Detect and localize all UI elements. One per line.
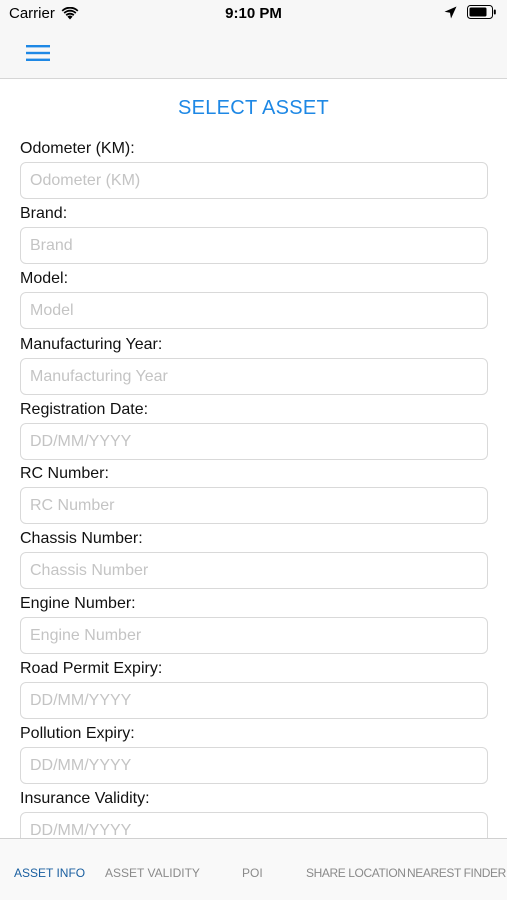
insurance-validity-field-group: Insurance Validity: bbox=[20, 789, 488, 838]
tab-nearest-finder[interactable]: NEAREST FINDER bbox=[407, 866, 506, 880]
pollution-expiry-field-group: Pollution Expiry: bbox=[20, 724, 488, 784]
manufacturing-year-field-group: Manufacturing Year: bbox=[20, 335, 488, 395]
chassis-number-field-group: Chassis Number: bbox=[20, 529, 488, 589]
manufacturing-year-input[interactable] bbox=[20, 358, 488, 395]
tab-asset-validity[interactable]: ASSET VALIDITY bbox=[105, 866, 200, 880]
model-input[interactable] bbox=[20, 292, 488, 329]
select-asset-button[interactable]: SELECT ASSET bbox=[0, 97, 507, 120]
rc-number-label: RC Number: bbox=[20, 465, 109, 482]
odometer-label: Odometer (KM): bbox=[20, 140, 135, 157]
pollution-expiry-label: Pollution Expiry: bbox=[20, 725, 135, 742]
status-time: 9:10 PM bbox=[225, 5, 282, 22]
bottom-tab-bar: ASSET INFO ASSET VALIDITY POI SHARE LOCA… bbox=[0, 838, 507, 900]
chassis-number-label: Chassis Number: bbox=[20, 530, 143, 547]
location-arrow-icon bbox=[444, 6, 457, 18]
brand-field-group: Brand: bbox=[20, 204, 488, 264]
engine-number-label: Engine Number: bbox=[20, 595, 136, 612]
chassis-number-input[interactable] bbox=[20, 552, 488, 589]
engine-number-input[interactable] bbox=[20, 617, 488, 654]
tab-asset-info[interactable]: ASSET INFO bbox=[14, 866, 85, 880]
insurance-validity-input[interactable] bbox=[20, 812, 488, 838]
registration-date-input[interactable] bbox=[20, 423, 488, 460]
odometer-input[interactable] bbox=[20, 162, 488, 199]
rc-number-field-group: RC Number: bbox=[20, 464, 488, 524]
registration-date-label: Registration Date: bbox=[20, 401, 149, 418]
battery-icon bbox=[467, 5, 496, 19]
hamburger-menu-icon bbox=[26, 45, 50, 61]
road-permit-expiry-input[interactable] bbox=[20, 682, 488, 719]
manufacturing-year-label: Manufacturing Year: bbox=[20, 336, 163, 353]
tab-share-location[interactable]: SHARE LOCATION bbox=[306, 866, 406, 880]
tab-poi[interactable]: POI bbox=[242, 866, 263, 880]
nav-bar bbox=[0, 28, 507, 79]
registration-date-field-group: Registration Date: bbox=[20, 400, 488, 460]
status-right bbox=[444, 5, 497, 19]
model-field-group: Model: bbox=[20, 269, 488, 329]
pollution-expiry-input[interactable] bbox=[20, 747, 488, 784]
engine-number-field-group: Engine Number: bbox=[20, 594, 488, 654]
asset-form-scroll[interactable]: SELECT ASSET Odometer (KM): Brand: Model… bbox=[0, 80, 507, 838]
road-permit-expiry-label: Road Permit Expiry: bbox=[20, 660, 163, 677]
status-bar: Carrier 9:10 PM bbox=[0, 0, 507, 28]
model-label: Model: bbox=[20, 270, 69, 287]
hamburger-menu-button[interactable] bbox=[24, 39, 56, 67]
insurance-validity-label: Insurance Validity: bbox=[20, 790, 150, 807]
odometer-field-group: Odometer (KM): bbox=[20, 139, 488, 199]
brand-input[interactable] bbox=[20, 227, 488, 264]
brand-label: Brand: bbox=[20, 205, 68, 222]
rc-number-input[interactable] bbox=[20, 487, 488, 524]
road-permit-expiry-field-group: Road Permit Expiry: bbox=[20, 659, 488, 719]
